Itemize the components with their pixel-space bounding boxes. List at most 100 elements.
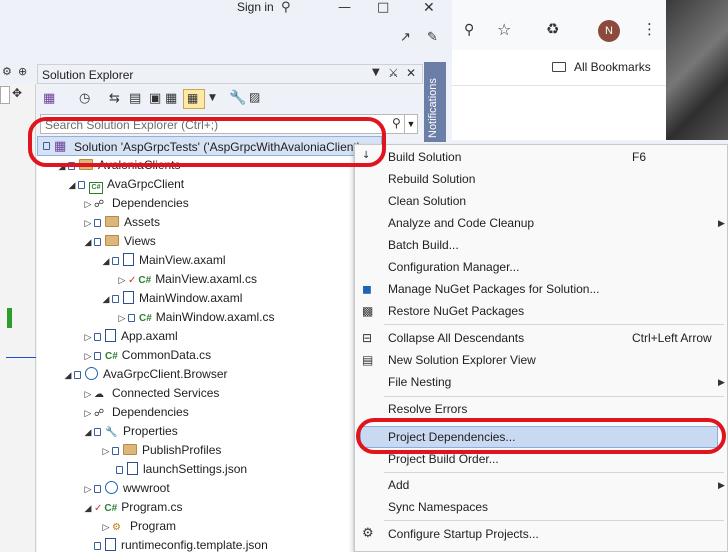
collapse-arrow-icon[interactable]: ◢	[82, 503, 94, 514]
expand-arrow-icon[interactable]: ▷	[82, 332, 94, 343]
show-all-icon[interactable]: ▣	[149, 91, 161, 106]
tree-item[interactable]: ◢ AvaGrpcClient.Browser	[62, 367, 228, 386]
expand-arrow-icon[interactable]: ▷	[116, 275, 128, 286]
dropdown-icon[interactable]: ▼	[209, 93, 216, 103]
zoom-icon[interactable]: ⚲	[464, 22, 474, 38]
lock-icon	[94, 428, 101, 436]
share-icon[interactable]: ↗	[400, 30, 411, 45]
refresh-icon[interactable]: ▦	[165, 91, 177, 106]
expand-arrow-icon[interactable]: ▷	[100, 522, 112, 533]
expand-arrow-icon[interactable]: ▷	[116, 313, 128, 324]
pin-icon[interactable]: ⊕	[18, 65, 27, 78]
tree-item[interactable]: ▷ C# CommonData.cs	[82, 348, 212, 367]
tree-item[interactable]: ▷ ✓ C# MainView.axaml.cs	[116, 272, 257, 291]
tree-item[interactable]: ▷ wwwroot	[82, 481, 170, 500]
tree-item[interactable]: ▷ PublishProfiles	[100, 443, 222, 462]
tree-item[interactable]: runtimeconfig.template.json	[82, 538, 268, 552]
tree-item-label: MainWindow.axaml	[139, 291, 243, 305]
collapse-arrow-icon[interactable]: ◢	[100, 256, 112, 267]
profile-avatar[interactable]: N	[598, 20, 620, 42]
tree-item[interactable]: ◢ Views	[82, 234, 156, 253]
collapse-arrow-icon[interactable]: ◢	[82, 427, 94, 438]
tree-item[interactable]: ▷ Assets	[82, 215, 160, 234]
expand-arrow-icon[interactable]: ▷	[82, 199, 94, 210]
switch-views-icon[interactable]: ▦	[43, 91, 55, 106]
menu-resolve-errors[interactable]: Resolve Errors	[388, 402, 467, 416]
tree-item[interactable]: ▷ App.axaml	[82, 329, 178, 348]
tree-item[interactable]: ▷ ⚙ Program	[100, 519, 176, 538]
menu-file-nesting[interactable]: File Nesting	[388, 375, 451, 389]
extensions-icon[interactable]: ♻	[546, 20, 559, 38]
menu-collapse-all[interactable]: Collapse All Descendants	[388, 331, 524, 345]
menu-restore-nuget[interactable]: Restore NuGet Packages	[388, 304, 524, 318]
tree-item[interactable]: ◢ ✓ C# Program.cs	[82, 500, 183, 519]
csharp-file-icon: C#	[105, 351, 118, 362]
settings-icon[interactable]: ⚙	[2, 65, 12, 78]
minimize-icon[interactable]: —	[338, 0, 351, 15]
menu-batch-build[interactable]: Batch Build...	[388, 238, 459, 252]
collapse-arrow-icon[interactable]: ◢	[62, 370, 74, 381]
menu-configuration-manager[interactable]: Configuration Manager...	[388, 260, 519, 274]
tree-item[interactable]: ▷ ☁ Connected Services	[82, 386, 220, 405]
collapse-icon[interactable]: ▤	[129, 91, 141, 106]
search-icon[interactable]: ⚲	[392, 116, 401, 130]
menu-clean-solution[interactable]: Clean Solution	[388, 194, 466, 208]
dependencies-icon: ☍	[94, 408, 105, 419]
preview-icon[interactable]: ▨	[249, 90, 260, 104]
menu-add[interactable]: Add	[388, 478, 409, 492]
tree-item[interactable]: ◢ C# AvaGrpcClient	[66, 177, 184, 196]
tree-item-label: App.axaml	[121, 329, 178, 343]
menu-analyze-cleanup[interactable]: Analyze and Code Cleanup	[388, 216, 534, 230]
collapse-arrow-icon[interactable]: ◢	[100, 294, 112, 305]
close-icon[interactable]: ✕	[423, 0, 435, 16]
maximize-icon[interactable]: □	[377, 0, 389, 15]
split-icon[interactable]: ✥	[12, 86, 22, 100]
tree-item[interactable]: ◢ 🔧 Properties	[82, 424, 178, 443]
expand-arrow-icon[interactable]: ▷	[100, 446, 112, 457]
properties-wrench-icon[interactable]: 🔧	[229, 90, 246, 106]
menu-configure-startup[interactable]: Configure Startup Projects...	[388, 527, 539, 541]
tree-item[interactable]: launchSettings.json	[116, 462, 247, 481]
checkout-check-icon: ✓	[94, 503, 103, 514]
menu-sync-namespaces[interactable]: Sync Namespaces	[388, 500, 488, 514]
connected-services-icon: ☁	[94, 389, 104, 400]
menu-separator	[384, 396, 724, 397]
feedback-icon[interactable]: ✎	[427, 30, 438, 45]
folder-icon	[123, 444, 137, 455]
menu-manage-nuget[interactable]: Manage NuGet Packages for Solution...	[388, 282, 599, 296]
expand-arrow-icon[interactable]: ▷	[82, 218, 94, 229]
bookmark-star-icon[interactable]: ☆	[497, 20, 511, 39]
more-menu-icon[interactable]: ⋮	[642, 20, 657, 38]
expand-arrow-icon[interactable]: ▷	[82, 408, 94, 419]
window-position-icon[interactable]: ▼	[372, 67, 380, 78]
search-options-button[interactable]: ▼	[405, 114, 418, 134]
tree-item[interactable]: ▷ ☍ Dependencies	[82, 196, 189, 215]
menu-collapse-shortcut: Ctrl+Left Arrow	[632, 331, 712, 345]
collapse-arrow-icon[interactable]: ◢	[66, 180, 78, 191]
menu-build-solution[interactable]: Build Solution	[388, 150, 461, 164]
solution-explorer-title: Solution Explorer	[42, 68, 134, 82]
close-panel-icon[interactable]: ✕	[406, 66, 416, 80]
submenu-arrow-icon: ▶	[718, 218, 725, 228]
sync-icon[interactable]: ⇆	[109, 91, 120, 106]
expand-arrow-icon[interactable]: ▷	[82, 484, 94, 495]
tree-item[interactable]: ▷ C# MainWindow.axaml.cs	[116, 310, 275, 329]
collapse-arrow-icon[interactable]: ◢	[82, 237, 94, 248]
menu-rebuild-solution[interactable]: Rebuild Solution	[388, 172, 475, 186]
tree-item[interactable]: ◢ MainWindow.axaml	[100, 291, 242, 310]
sign-in-link[interactable]: Sign in	[237, 0, 274, 14]
expand-arrow-icon[interactable]: ▷	[82, 351, 94, 362]
expand-arrow-icon[interactable]: ▷	[82, 389, 94, 400]
account-icon[interactable]: ⚲	[281, 0, 291, 15]
csharp-project-icon: C#	[89, 182, 103, 194]
all-bookmarks-link[interactable]: All Bookmarks	[552, 60, 651, 74]
menu-project-build-order[interactable]: Project Build Order...	[388, 452, 499, 466]
tree-item[interactable]: ◢ MainView.axaml	[100, 253, 225, 272]
notifications-tab[interactable]: Notifications	[424, 62, 446, 142]
history-icon[interactable]: ◷	[79, 91, 90, 106]
tree-item[interactable]: ▷ ☍ Dependencies	[82, 405, 189, 424]
tree-item-label: MainView.axaml.cs	[155, 272, 258, 286]
globe-icon	[105, 481, 118, 494]
auto-hide-pin-icon[interactable]: ⚔	[388, 66, 399, 80]
menu-new-explorer-view[interactable]: New Solution Explorer View	[388, 353, 536, 367]
